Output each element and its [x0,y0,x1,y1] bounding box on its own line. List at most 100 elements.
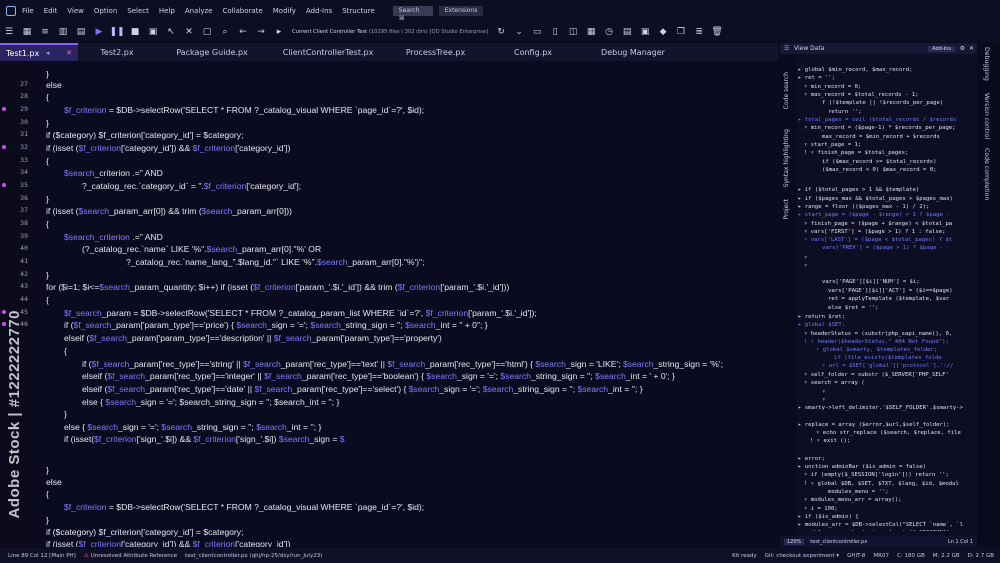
code-line[interactable]: else { $search_sign = '='; $search_strin… [64,422,321,432]
lines-icon[interactable]: ≡ [39,26,51,38]
data-line[interactable]: ▿ url = $SET['global']['protocol'].':// [822,363,953,369]
data-line[interactable]: ▿ start_page = 1; [804,142,861,148]
data-line[interactable]: ▸ if ($is_admin) { [798,514,859,520]
data-line[interactable]: else $ret = ''; [828,305,879,311]
git-branch[interactable]: Git: checkout experiment ▾ [765,553,839,559]
pause-icon[interactable]: ❚❚ [109,26,124,38]
data-line[interactable]: ▸ ret = ''; [798,75,835,81]
pointer-icon[interactable]: ↖ [165,26,177,38]
code-line[interactable]: elseif ($f_search_param['rec_type']=='in… [82,371,675,381]
menu-structure[interactable]: Structure [342,7,375,15]
data-line[interactable]: ▿ global $smarty, $templates_folder; [816,347,937,353]
code-line[interactable]: } [46,465,49,475]
bookmark-icon[interactable]: ◆ [657,26,669,38]
code-line[interactable]: else [46,80,62,90]
data-line[interactable]: ▿ min_record = ($page-1) * $records_per_… [804,125,956,131]
menu-select[interactable]: Select [127,7,149,15]
data-line[interactable]: ▿ if (empty($_SESSION['login'])) return … [804,472,949,478]
folder-icon[interactable]: ▸ [273,26,285,38]
panel-close-icon[interactable]: ✕ [969,45,974,52]
data-line[interactable]: ▿ [804,255,807,261]
side-tab-left[interactable]: Code search [783,72,790,109]
data-line[interactable]: vars['PAGE'][$i]['NUM'] = $i; [822,279,920,285]
code-line[interactable]: $f_criterion = $DB->selectRow('SELECT * … [64,502,424,512]
code-line[interactable]: elseif ($f_search_param['rec_type']=='da… [82,384,643,394]
data-line[interactable]: ▸ modules_menu_shortcuts = !empty($_SESS… [798,530,963,531]
zoom-level[interactable]: 120% [784,538,805,545]
data-line[interactable]: max_record = $min_record + $records [822,134,940,140]
copy-icon[interactable]: ❐ [675,26,687,38]
line-number[interactable]: 30 [0,118,28,126]
breakpoint-icon[interactable] [2,145,6,149]
side-tab-right[interactable]: Code completion [983,148,990,200]
side-tab-right[interactable]: Version control [983,93,990,139]
line-number[interactable]: 39 [0,232,28,240]
code-line[interactable]: if (isset ($f_criterion['category_id']) … [46,143,290,153]
data-line[interactable]: ▸ start_page = ($page - $range) > 1 ? $p… [798,212,950,218]
window-icon[interactable]: ▭ [531,26,543,38]
line-number[interactable]: 27 [0,80,28,88]
code-line[interactable]: if ($category) $f_criterion['category_id… [46,527,243,537]
data-line[interactable]: modules_menu = ''; [828,489,889,495]
tab-test2[interactable]: Test2.px [78,43,156,61]
data-line[interactable]: ▸ if ($total_pages > 1 && $template) [798,187,919,193]
data-line[interactable]: if (file_exists($templates_folde [834,355,942,361]
code-line[interactable]: else { $search_sign = '='; $search_strin… [82,397,339,407]
data-line[interactable]: f (!$template || !$records_per_page) [822,100,943,106]
stop-icon[interactable]: ■ [129,26,141,38]
panel-settings-icon[interactable]: ⚙ [960,45,965,52]
back-arrow-icon[interactable]: ← [237,26,249,38]
menu-view[interactable]: View [67,7,84,15]
data-line[interactable]: ▸ range = floor (($pages_max - 1) / 2); [798,204,929,210]
tab-config[interactable]: Config.px [483,43,583,61]
code-line[interactable]: ?_catalog_rec.`name_lang_".$lang_id."` L… [126,257,424,267]
data-line[interactable]: ! ▿ finish_page = $total_pages; [804,150,908,156]
tab-client-controller-test[interactable]: ClientControllerTest.px [268,43,388,61]
data-line[interactable]: ▿ [822,389,825,395]
data-line[interactable]: ▿ echo str_replace ($search, $replace, f… [816,430,961,436]
menu-file[interactable]: File [22,7,34,15]
code-line[interactable]: if (isset ($f_criterion['category_id']) … [46,539,290,547]
menu-help[interactable]: Help [159,7,175,15]
trash-icon[interactable]: 🗑 [711,26,723,38]
forward-arrow-icon[interactable]: → [255,26,267,38]
code-line[interactable]: } [46,69,49,79]
data-line[interactable]: ▸ error; [798,456,825,462]
data-line[interactable]: ! ▿ header($headerStatus." 404 Not Found… [804,339,949,345]
close-tab-icon[interactable]: ✕ [66,49,72,57]
data-line[interactable]: return ''; [828,109,862,115]
data-line[interactable]: ▿ i = 100; [804,506,838,512]
data-line[interactable]: if ($max_record >= $total_records) [822,159,937,165]
tab-process-tree[interactable]: ProcessTree.px [388,43,483,61]
data-line[interactable]: ▸ total_pages = ceil ($total_records / $… [798,117,956,123]
breakpoint-icon[interactable] [2,107,6,111]
chevron-down-icon[interactable]: ⌄ [513,26,525,38]
data-line[interactable]: ▿ [804,263,807,269]
view-data-code[interactable]: ▸ global $min_record, $max_record; ▸ ret … [798,57,976,531]
data-line[interactable]: ▸ unction adminBar ($is_admin = false) [798,464,926,470]
notes-icon[interactable]: ≣ [693,26,705,38]
tab-package-guide[interactable]: Package Guide.px [156,43,268,61]
code-line[interactable]: } [46,270,49,280]
line-number[interactable]: 31 [0,130,28,138]
code-line[interactable]: { [46,156,49,166]
code-line[interactable]: } [46,118,49,128]
line-number[interactable]: 28 [0,92,28,100]
frame-icon[interactable]: ▢ [201,26,213,38]
data-line[interactable]: ! ▿ exit (); [810,438,850,444]
data-line[interactable]: ▿ finish_page = ($page + $range) < $tota… [804,221,952,227]
data-line[interactable]: ▿ vars['LAST'] = ($page < $total_pages) … [804,237,952,243]
line-number[interactable]: 43 [0,282,28,290]
code-line[interactable]: { [46,295,49,305]
code-line[interactable]: $search_criterion .=" AND [64,232,163,242]
line-number[interactable]: 33 [0,156,28,164]
data-line[interactable]: ▿ headerStatus = (substr(php_sapi_name()… [804,331,952,337]
tab-arrow-icon[interactable]: ◂ [46,49,50,57]
code-line[interactable]: } [64,409,67,419]
code-line[interactable]: if ($f_search_param['rec_type']=='string… [82,359,723,369]
code-line[interactable]: else [46,477,62,487]
data-line[interactable]: ▿ min_record = 0; [804,84,861,90]
code-line[interactable]: } [46,194,49,204]
split-icon[interactable]: ◫ [567,26,579,38]
line-number[interactable]: 40 [0,244,28,252]
